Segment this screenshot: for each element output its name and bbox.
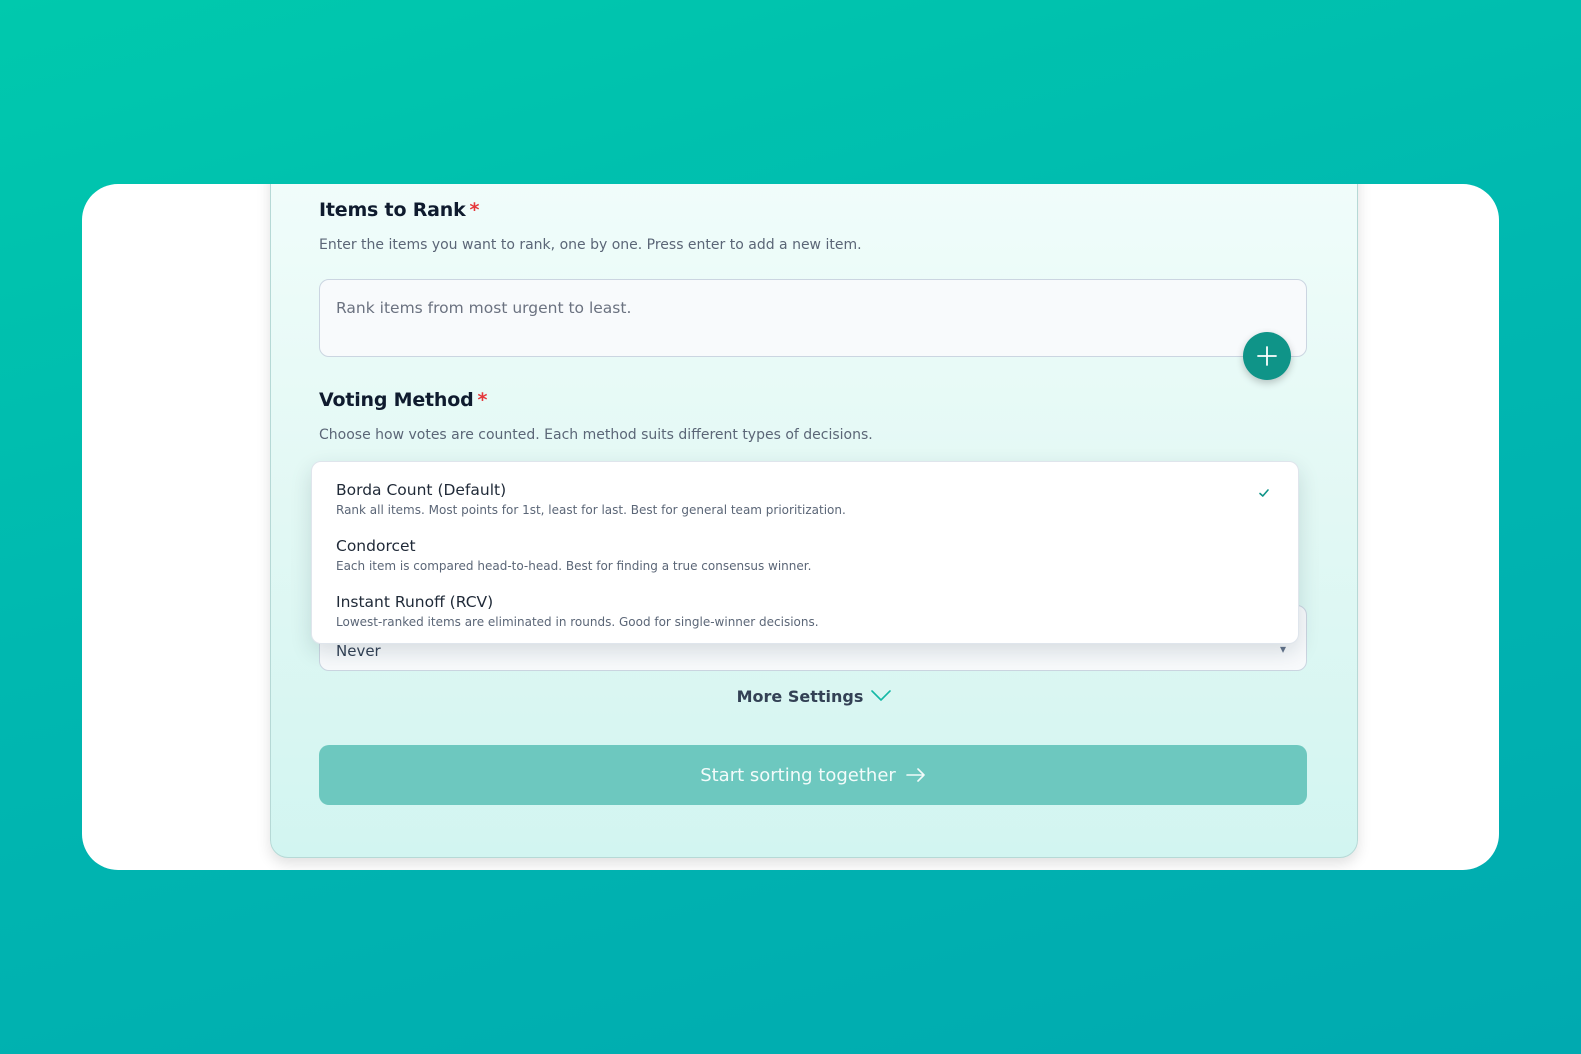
option-description: Lowest-ranked items are eliminated in ro… — [336, 615, 819, 629]
option-label: Instant Runoff (RCV) — [336, 593, 494, 611]
voting-option-borda[interactable]: Borda Count (Default) Rank all items. Mo… — [312, 478, 1298, 534]
option-description: Each item is compared head-to-head. Best… — [336, 559, 812, 573]
items-section-title: Items to Rank * — [319, 199, 480, 221]
option-label: Condorcet — [336, 537, 416, 555]
voting-section-title: Voting Method * — [319, 389, 488, 411]
add-item-button[interactable] — [1243, 332, 1291, 380]
start-sorting-button[interactable]: Start sorting together — [319, 745, 1307, 805]
items-section-description: Enter the items you want to rank, one by… — [319, 237, 862, 253]
option-label: Borda Count (Default) — [336, 481, 507, 499]
voting-option-instant-runoff[interactable]: Instant Runoff (RCV) Lowest-ranked items… — [312, 590, 1298, 646]
item-input[interactable]: Rank items from most urgent to least. — [319, 279, 1307, 357]
more-settings-label: More Settings — [736, 687, 864, 706]
app-frame: Items to Rank * Enter the items you want … — [82, 184, 1499, 870]
voting-section-description: Choose how votes are counted. Each metho… — [319, 427, 873, 443]
create-session-card: Items to Rank * Enter the items you want … — [270, 184, 1358, 858]
arrow-right-icon — [905, 768, 925, 782]
chevron-down-icon — [871, 690, 892, 701]
required-asterisk: * — [477, 389, 488, 411]
voting-method-dropdown: Borda Count (Default) Rank all items. Mo… — [311, 461, 1299, 644]
more-settings-toggle[interactable]: More Settings — [271, 687, 1357, 706]
option-description: Rank all items. Most points for 1st, lea… — [336, 503, 846, 517]
start-sorting-label: Start sorting together — [700, 764, 896, 786]
check-icon — [1259, 489, 1269, 497]
voting-option-condorcet[interactable]: Condorcet Each item is compared head-to-… — [312, 534, 1298, 590]
plus-icon — [1257, 346, 1277, 366]
required-asterisk: * — [469, 199, 480, 221]
